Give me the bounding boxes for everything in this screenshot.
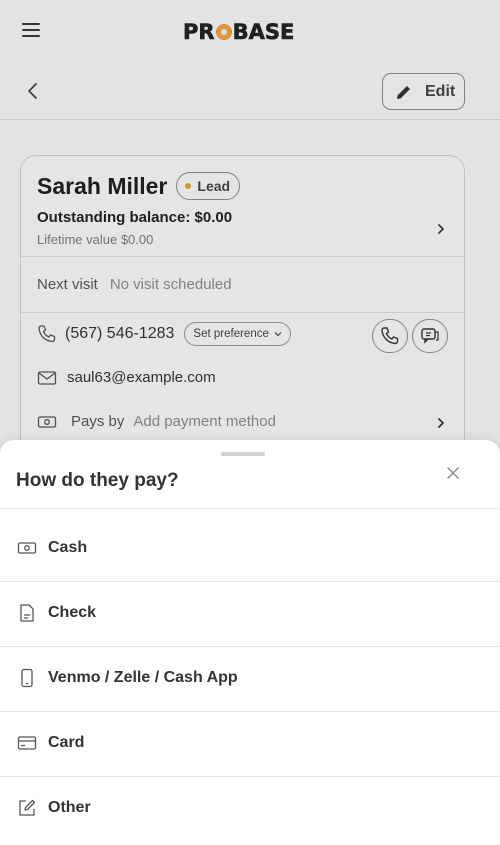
- option-label: Cash: [48, 539, 88, 556]
- phone-device-icon: [16, 667, 38, 689]
- payment-method-sheet: How do they pay? Cash Check Venmo / Zell…: [0, 440, 500, 845]
- close-icon[interactable]: [444, 464, 462, 482]
- option-label: Check: [48, 604, 97, 621]
- sheet-grabber[interactable]: [221, 452, 265, 456]
- option-check[interactable]: Check: [0, 581, 500, 645]
- option-venmo-zelle-cashapp[interactable]: Venmo / Zelle / Cash App: [0, 646, 500, 710]
- divider: [0, 508, 500, 509]
- credit-card-icon: [16, 732, 38, 754]
- option-card[interactable]: Card: [0, 711, 500, 775]
- option-label: Card: [48, 734, 85, 751]
- option-cash[interactable]: Cash: [0, 516, 500, 580]
- pencil-square-icon: [16, 797, 38, 819]
- option-label: Venmo / Zelle / Cash App: [48, 669, 238, 686]
- option-label: Other: [48, 799, 91, 816]
- sheet-title: How do they pay?: [16, 470, 179, 491]
- document-icon: [16, 602, 38, 624]
- option-other[interactable]: Other: [0, 776, 500, 840]
- cash-icon: [16, 537, 38, 559]
